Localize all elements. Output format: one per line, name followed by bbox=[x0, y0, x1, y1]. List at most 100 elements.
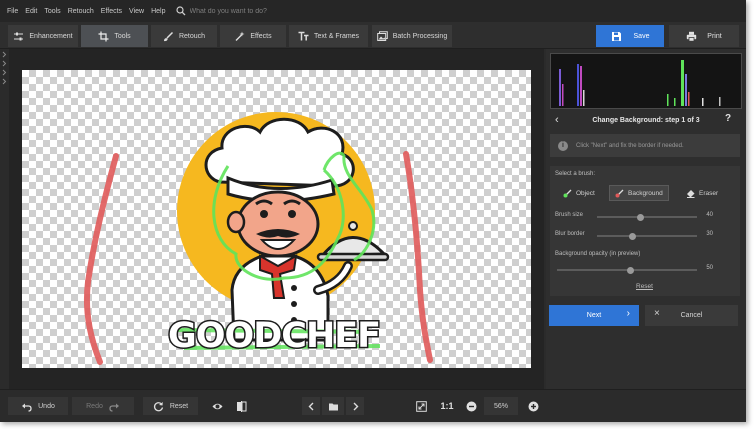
histogram bbox=[550, 53, 742, 109]
tab-effects[interactable]: Effects bbox=[220, 25, 286, 47]
logo-text: GOODCHEF bbox=[166, 315, 382, 358]
expand-chevrons-icon bbox=[2, 51, 7, 85]
search-input[interactable] bbox=[189, 7, 330, 15]
blur-border-row: Blur border 30 bbox=[555, 231, 735, 241]
fit-to-screen-button[interactable] bbox=[412, 397, 430, 415]
histogram-graph bbox=[559, 60, 721, 106]
compare-button[interactable] bbox=[231, 397, 251, 415]
chevron-right-icon: › bbox=[626, 308, 630, 319]
main-toolbar: Enhancement Tools Retouch Effects Text &… bbox=[0, 22, 746, 49]
save-label: Save bbox=[633, 32, 650, 40]
bg-opacity-knob[interactable] bbox=[627, 266, 634, 274]
redo-icon bbox=[109, 403, 119, 412]
cancel-button[interactable]: × Cancel bbox=[645, 305, 738, 326]
tab-enhancement[interactable]: Enhancement bbox=[8, 25, 78, 47]
blur-border-value: 30 bbox=[706, 231, 713, 237]
menu-help[interactable]: Help bbox=[151, 8, 165, 15]
fit-screen-icon bbox=[415, 400, 427, 412]
tab-retouch-label: Retouch bbox=[178, 32, 206, 40]
menu-edit[interactable]: Edit bbox=[25, 8, 37, 15]
object-brush-button[interactable]: Object bbox=[558, 185, 600, 201]
redo-label: Redo bbox=[86, 402, 103, 410]
blur-border-track[interactable] bbox=[597, 235, 697, 237]
tab-tools-label: Tools bbox=[114, 32, 131, 40]
left-collapsed-panel[interactable] bbox=[0, 49, 9, 389]
bg-opacity-label-row: Background opacity (in preview) bbox=[555, 251, 735, 261]
tab-batch-processing-label: Batch Processing bbox=[392, 32, 448, 40]
brush-size-value: 40 bbox=[706, 212, 713, 218]
tab-effects-label: Effects bbox=[250, 32, 272, 40]
panel-header: ‹ Change Background: step 1 of 3 ? bbox=[546, 112, 746, 129]
eraser-icon bbox=[687, 189, 695, 198]
undo-button[interactable]: Undo bbox=[8, 397, 68, 415]
minus-circle-icon bbox=[466, 401, 476, 411]
zoom-level[interactable]: 56% bbox=[484, 397, 518, 415]
undo-icon bbox=[22, 403, 32, 412]
brush-size-knob[interactable] bbox=[637, 213, 644, 221]
zoom-out-button[interactable] bbox=[462, 397, 480, 415]
panel-title: Change Background: step 1 of 3 bbox=[592, 117, 700, 124]
tab-retouch[interactable]: Retouch bbox=[151, 25, 217, 47]
printer-icon bbox=[687, 31, 697, 42]
magic-wand-icon bbox=[235, 31, 245, 41]
bg-opacity-value: 50 bbox=[706, 265, 713, 271]
object-brush-label: Object bbox=[576, 189, 595, 197]
reset-button[interactable]: Reset bbox=[143, 397, 198, 415]
zoom-in-button[interactable] bbox=[524, 397, 542, 415]
tab-batch-processing[interactable]: Batch Processing bbox=[372, 25, 452, 47]
cancel-label: Cancel bbox=[680, 312, 703, 319]
floppy-disk-icon bbox=[611, 31, 621, 41]
menu-view[interactable]: View bbox=[129, 8, 144, 15]
chevron-left-icon bbox=[308, 402, 313, 410]
open-folder-button[interactable] bbox=[322, 397, 344, 415]
tab-text-frames[interactable]: Text & Frames bbox=[289, 25, 368, 47]
bg-opacity-label: Background opacity (in preview) bbox=[555, 251, 641, 257]
bottom-toolbar: Undo Redo Reset 1:1 56% bbox=[0, 389, 746, 422]
actual-size-button[interactable]: 1:1 bbox=[436, 397, 458, 415]
previous-image-button[interactable] bbox=[302, 397, 320, 415]
print-label: Print bbox=[707, 32, 722, 40]
background-brush-label: Background bbox=[628, 189, 663, 197]
menu-retouch[interactable]: Retouch bbox=[68, 8, 94, 15]
tab-tools[interactable]: Tools bbox=[81, 25, 148, 47]
hint-text: Click "Next" and fix the border if neede… bbox=[576, 142, 684, 149]
brush-icon bbox=[163, 31, 173, 41]
brush-size-row: Brush size 40 bbox=[555, 212, 735, 222]
background-brush-icon bbox=[615, 189, 624, 197]
next-button[interactable]: Next › bbox=[549, 305, 639, 326]
brush-section-title: Select a brush: bbox=[555, 171, 596, 177]
print-button[interactable]: Print bbox=[669, 25, 739, 47]
photo-editor-window: File Edit Tools Retouch Effects View Hel… bbox=[0, 0, 746, 422]
menu-tools[interactable]: Tools bbox=[44, 8, 60, 15]
back-arrow-icon[interactable]: ‹ bbox=[555, 114, 559, 126]
right-panel: ‹ Change Background: step 1 of 3 ? i Cli… bbox=[546, 49, 746, 389]
background-brush-button[interactable]: Background bbox=[609, 185, 669, 201]
menu-bar: File Edit Tools Retouch Effects View Hel… bbox=[0, 0, 746, 22]
help-icon[interactable]: ? bbox=[725, 113, 731, 124]
undo-label: Undo bbox=[38, 402, 55, 410]
eye-icon bbox=[212, 403, 222, 409]
brush-reset-link[interactable]: Reset bbox=[636, 283, 653, 290]
brush-size-label: Brush size bbox=[555, 212, 584, 218]
next-image-button[interactable] bbox=[346, 397, 364, 415]
brush-size-track[interactable] bbox=[597, 216, 697, 218]
blur-border-label: Blur border bbox=[555, 231, 585, 237]
redo-button[interactable]: Redo bbox=[72, 397, 134, 415]
crop-icon bbox=[98, 31, 109, 41]
save-button[interactable]: Save bbox=[596, 25, 664, 47]
preview-toggle[interactable] bbox=[207, 397, 227, 415]
close-icon: × bbox=[654, 308, 660, 319]
reset-icon bbox=[153, 401, 163, 411]
tab-enhancement-label: Enhancement bbox=[29, 32, 73, 40]
search-icon bbox=[175, 6, 185, 16]
menu-file[interactable]: File bbox=[7, 8, 18, 15]
eraser-brush-button[interactable]: Eraser bbox=[681, 185, 723, 201]
hint-box: i Click "Next" and fix the border if nee… bbox=[550, 134, 740, 157]
eraser-brush-label: Eraser bbox=[699, 189, 719, 197]
compare-icon bbox=[236, 400, 246, 412]
menu-effects[interactable]: Effects bbox=[101, 8, 122, 15]
blur-border-knob[interactable] bbox=[629, 232, 636, 240]
reset-label: Reset bbox=[169, 402, 189, 410]
image-canvas[interactable]: GOODCHEF bbox=[22, 70, 531, 368]
plus-circle-icon bbox=[528, 401, 538, 411]
